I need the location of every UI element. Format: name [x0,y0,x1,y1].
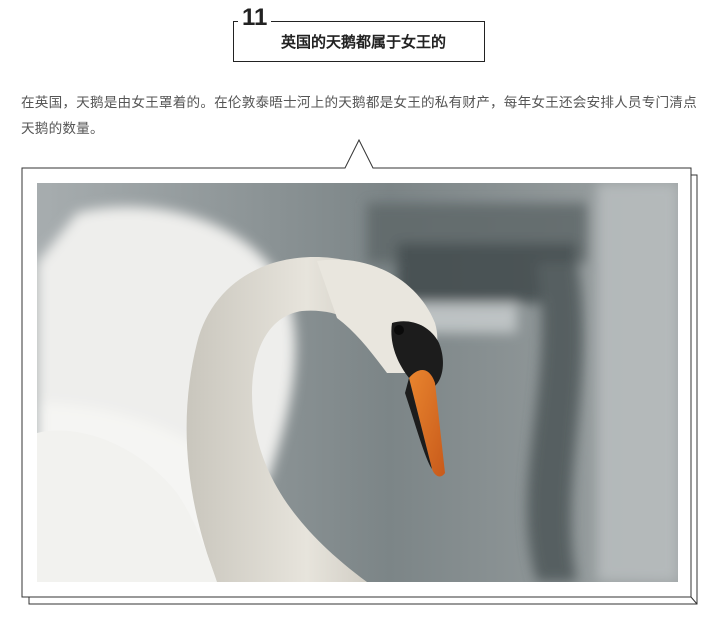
swan-photo [37,183,678,582]
